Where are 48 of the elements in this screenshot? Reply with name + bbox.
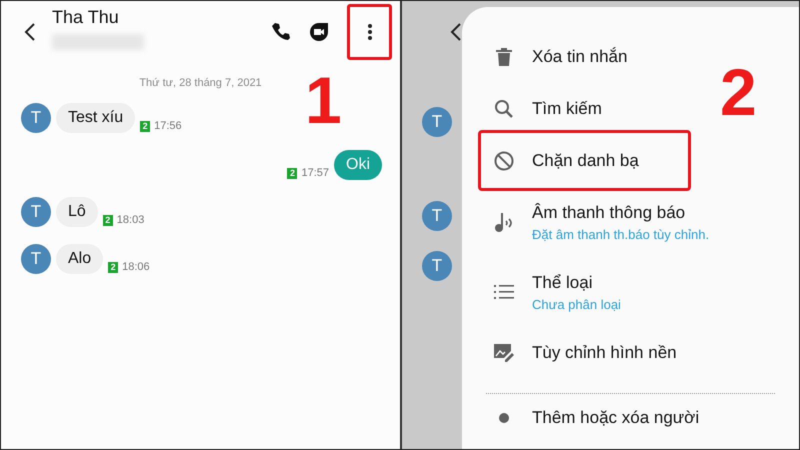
menu-item-label: Thêm hoặc xóa người [532,408,700,428]
menu-item-label: Âm thanh thông báo [532,202,686,222]
message-time: 17:57 [301,167,329,179]
image-edit-icon [494,344,514,362]
contact-avatar: T [21,244,51,274]
back-icon[interactable] [24,22,36,42]
step-number: 1 [305,67,342,133]
message-bubble: Oki [334,150,382,180]
contact-avatar: T [422,201,452,231]
message-bubble: Test xíu [56,103,136,133]
music-note-icon [494,211,514,233]
menu-item[interactable]: Tùy chỉnh hình nền [462,327,799,379]
sim-badge: 2 [140,120,150,132]
more-icon [366,23,372,41]
menu-item[interactable]: Thể loại Chưa phân loại [462,257,799,327]
menu-item[interactable]: Thêm hoặc xóa người [462,398,799,438]
back-icon[interactable] [450,22,462,42]
block-icon [494,151,514,171]
sim-badge: 2 [108,262,118,272]
search-icon [494,99,514,119]
message-time: 18:06 [122,261,150,273]
sim-badge: 2 [102,214,113,226]
menu-item-subtitle: Đặt âm thanh th.báo tùy chỉnh. [532,226,710,242]
list-icon [494,284,514,300]
menu-item-label: Tùy chỉnh hình nền [532,343,677,363]
date-separator: Thứ tư, 28 tháng 7, 2021 [138,77,263,89]
menu-item[interactable]: Âm thanh thông báo Đặt âm thanh th.báo tùy chỉnh. [462,187,799,257]
message-time: 17:56 [154,120,182,132]
menu-item-subtitle: Chưa phân loại [532,296,621,312]
menu-item-label: Chặn danh bạ [532,151,639,171]
contact-name: Tha Thu [52,6,120,28]
step-number: 2 [720,59,757,125]
menu-item-label: Xóa tin nhắn [532,47,628,67]
trash-icon [494,47,514,67]
menu-item-label: Tìm kiếm [532,99,602,119]
sim-badge: 2 [287,168,298,178]
message-bubble: Alo [56,244,104,274]
message-bubble: Lô [56,197,98,227]
contact-avatar: T [21,197,51,227]
contact-avatar: T [422,107,452,137]
more-options-button[interactable] [347,4,392,60]
contact-avatar: T [422,251,452,281]
contact-avatar: T [21,103,51,133]
menu-item[interactable]: Chặn danh bạ [462,135,799,187]
menu-item-label: Thể loại [532,272,594,292]
message-time: 18:03 [116,214,144,226]
video-call-icon[interactable] [309,22,329,42]
phone-icon[interactable] [271,22,291,42]
